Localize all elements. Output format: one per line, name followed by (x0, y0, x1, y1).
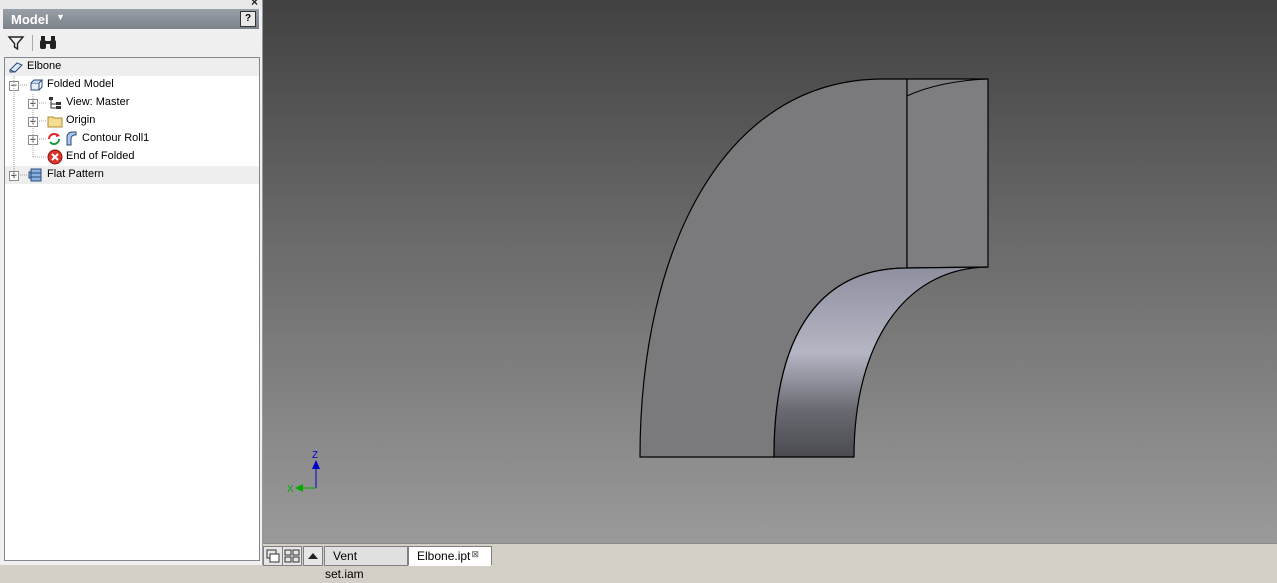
tab-vent-set[interactable]: Vent set.iam (324, 546, 408, 581)
axis-triad: Z X (287, 450, 320, 495)
elbow-side-face[interactable] (639, 78, 908, 458)
tab-close-icon[interactable]: ⊠ (463, 545, 487, 563)
tab-label: Vent set.iam (325, 549, 364, 581)
elbow-top-face[interactable] (906, 78, 989, 269)
tree-item-label: View: Master (66, 96, 130, 108)
chevron-down-icon[interactable]: ▼ (56, 12, 65, 22)
tree-item-label: Origin (66, 114, 96, 126)
document-tab-bar: Vent set.iam Elbone.ipt ⊠ (263, 543, 1277, 581)
tree-item-label: End of Folded (66, 150, 135, 162)
x-axis-arrow-icon (295, 484, 303, 492)
panel-header[interactable]: Model ▼ ? (3, 9, 259, 29)
browser-toolbar (3, 30, 259, 56)
document-list-up-icon[interactable] (303, 546, 323, 566)
toolbar-divider (32, 35, 33, 51)
elbow-model-canvas[interactable]: Z X (263, 0, 1277, 543)
x-axis-label: X (287, 484, 294, 495)
graphics-viewport[interactable]: Z X (263, 0, 1277, 543)
z-axis-label: Z (312, 450, 318, 461)
tab-elbone[interactable]: Elbone.ipt ⊠ (408, 546, 492, 566)
model-browser-panel: × Model ▼ ? Elbone − Folded Model + View… (0, 0, 263, 565)
z-axis-arrow-icon (312, 460, 320, 469)
help-button[interactable]: ? (240, 11, 256, 27)
panel-close-icon[interactable]: × (251, 0, 258, 8)
panel-top-strip: × (0, 0, 262, 9)
tile-windows-icon[interactable] (282, 546, 302, 566)
tree-lines (13, 76, 47, 176)
contour-roll-icon (66, 131, 77, 146)
filter-icon[interactable] (7, 34, 25, 52)
binoculars-icon[interactable] (38, 34, 58, 52)
tree-item-label: Contour Roll1 (82, 132, 150, 144)
model-tree: Elbone − Folded Model + View: Master + O… (4, 57, 260, 561)
panel-title[interactable]: Model (11, 12, 49, 27)
cascade-windows-icon[interactable] (263, 546, 283, 566)
